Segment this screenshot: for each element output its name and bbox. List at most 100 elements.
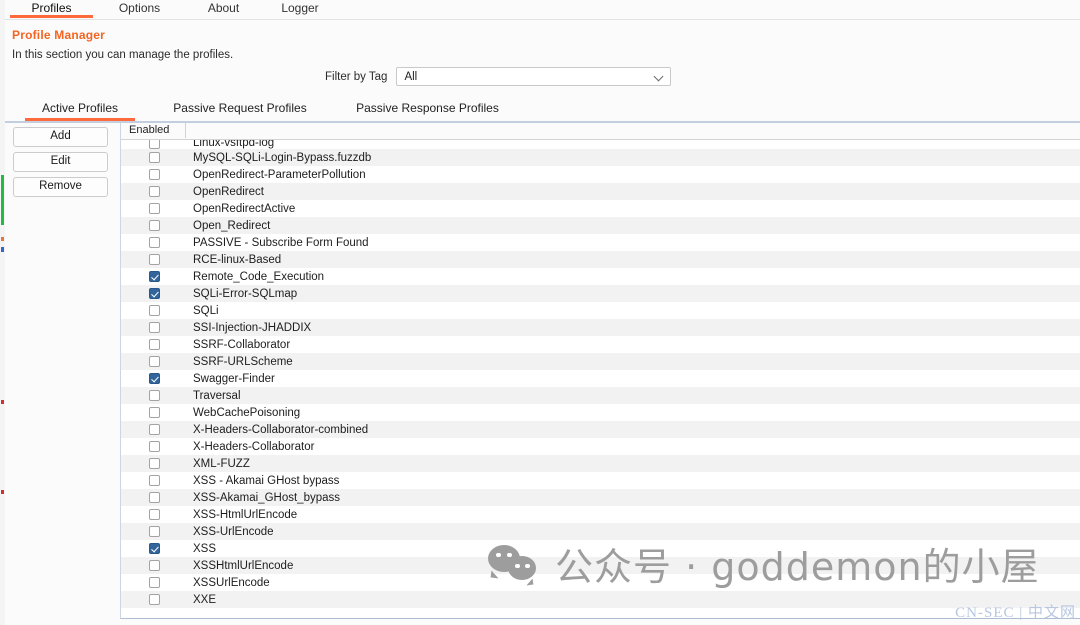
table-row[interactable]: SSRF-Collaborator	[121, 336, 1080, 353]
enabled-cell[interactable]	[121, 458, 187, 469]
checkbox-unchecked-icon[interactable]	[148, 140, 160, 149]
tab-passive-request-profiles-label: Passive Request Profiles	[173, 101, 307, 115]
checkbox-unchecked-icon[interactable]	[148, 509, 160, 520]
enabled-cell[interactable]	[121, 237, 187, 248]
tab-logger[interactable]: Logger	[260, 0, 340, 18]
enabled-cell[interactable]	[121, 390, 187, 401]
tab-profiles[interactable]: Profiles	[10, 0, 93, 18]
checkbox-unchecked-icon[interactable]	[148, 594, 160, 605]
checkbox-unchecked-icon[interactable]	[148, 305, 160, 316]
table-row[interactable]: Linux-vsftpd-log	[121, 140, 1080, 149]
table-row[interactable]: XSS-HtmlUrlEncode	[121, 506, 1080, 523]
checkbox-checked-icon[interactable]	[148, 543, 160, 554]
enabled-cell[interactable]	[121, 140, 187, 149]
checkbox-checked-icon[interactable]	[148, 373, 160, 384]
checkbox-unchecked-icon[interactable]	[148, 169, 160, 180]
checkbox-unchecked-icon[interactable]	[148, 441, 160, 452]
checkbox-unchecked-icon[interactable]	[148, 356, 160, 367]
checkbox-unchecked-icon[interactable]	[148, 390, 160, 401]
enabled-cell[interactable]	[121, 526, 187, 537]
table-row[interactable]: XSSHtmlUrlEncode	[121, 557, 1080, 574]
table-row[interactable]: SQLi	[121, 302, 1080, 319]
enabled-cell[interactable]	[121, 305, 187, 316]
checkbox-checked-icon[interactable]	[148, 288, 160, 299]
table-row[interactable]: MySQL-SQLi-Login-Bypass.fuzzdb	[121, 149, 1080, 166]
enabled-cell[interactable]	[121, 492, 187, 503]
checkbox-unchecked-icon[interactable]	[148, 220, 160, 231]
tab-about[interactable]: About	[186, 0, 261, 18]
table-row[interactable]: OpenRedirectActive	[121, 200, 1080, 217]
checkbox-unchecked-icon[interactable]	[148, 458, 160, 469]
checkbox-unchecked-icon[interactable]	[148, 475, 160, 486]
filter-by-tag-select[interactable]: All	[396, 67, 672, 86]
checkbox-unchecked-icon[interactable]	[148, 407, 160, 418]
tab-options[interactable]: Options	[98, 0, 181, 18]
enabled-cell[interactable]	[121, 509, 187, 520]
checkbox-unchecked-icon[interactable]	[148, 526, 160, 537]
table-row[interactable]: XSS-Akamai_GHost_bypass	[121, 489, 1080, 506]
enabled-cell[interactable]	[121, 339, 187, 350]
enabled-cell[interactable]	[121, 441, 187, 452]
enabled-cell[interactable]	[121, 271, 187, 282]
enabled-cell[interactable]	[121, 373, 187, 384]
profile-name: X-Headers-Collaborator-combined	[193, 423, 369, 436]
table-row[interactable]: XXE	[121, 591, 1080, 608]
checkbox-checked-icon[interactable]	[148, 271, 160, 282]
checkbox-unchecked-icon[interactable]	[148, 560, 160, 571]
table-row[interactable]: OpenRedirect	[121, 183, 1080, 200]
enabled-cell[interactable]	[121, 407, 187, 418]
checkbox-unchecked-icon[interactable]	[148, 152, 160, 163]
add-button[interactable]: Add	[13, 127, 108, 147]
profiles-table[interactable]: Enabled Linux-vsftpd-log MySQL-SQLi-Login…	[120, 123, 1080, 619]
table-row[interactable]: XSS	[121, 540, 1080, 557]
enabled-cell[interactable]	[121, 543, 187, 554]
checkbox-unchecked-icon[interactable]	[148, 424, 160, 435]
table-row[interactable]: XSSUrlEncode	[121, 574, 1080, 591]
checkbox-unchecked-icon[interactable]	[148, 254, 160, 265]
enabled-cell[interactable]	[121, 322, 187, 333]
table-row[interactable]: Remote_Code_Execution	[121, 268, 1080, 285]
table-row[interactable]: X-Headers-Collaborator	[121, 438, 1080, 455]
edit-button[interactable]: Edit	[13, 152, 108, 172]
enabled-cell[interactable]	[121, 254, 187, 265]
column-header-enabled[interactable]: Enabled	[121, 123, 186, 138]
remove-button[interactable]: Remove	[13, 177, 108, 197]
table-row[interactable]: XSS-UrlEncode	[121, 523, 1080, 540]
enabled-cell[interactable]	[121, 594, 187, 605]
tab-passive-request-profiles[interactable]: Passive Request Profiles	[165, 99, 315, 121]
table-row[interactable]: SSRF-URLScheme	[121, 353, 1080, 370]
table-row[interactable]: X-Headers-Collaborator-combined	[121, 421, 1080, 438]
checkbox-unchecked-icon[interactable]	[148, 322, 160, 333]
checkbox-unchecked-icon[interactable]	[148, 203, 160, 214]
checkbox-unchecked-icon[interactable]	[148, 339, 160, 350]
enabled-cell[interactable]	[121, 169, 187, 180]
table-row[interactable]: Swagger-Finder	[121, 370, 1080, 387]
checkbox-unchecked-icon[interactable]	[148, 186, 160, 197]
table-row[interactable]: XSS - Akamai GHost bypass	[121, 472, 1080, 489]
enabled-cell[interactable]	[121, 577, 187, 588]
table-row[interactable]: SQLi-Error-SQLmap	[121, 285, 1080, 302]
table-row[interactable]: Open_Redirect	[121, 217, 1080, 234]
checkbox-unchecked-icon[interactable]	[148, 492, 160, 503]
enabled-cell[interactable]	[121, 424, 187, 435]
table-row[interactable]: PASSIVE - Subscribe Form Found	[121, 234, 1080, 251]
table-row[interactable]: SSI-Injection-JHADDIX	[121, 319, 1080, 336]
table-row[interactable]: XML-FUZZ	[121, 455, 1080, 472]
enabled-cell[interactable]	[121, 356, 187, 367]
tab-passive-response-profiles[interactable]: Passive Response Profiles	[345, 99, 510, 121]
enabled-cell[interactable]	[121, 203, 187, 214]
enabled-cell[interactable]	[121, 152, 187, 163]
tab-active-profiles[interactable]: Active Profiles	[25, 99, 135, 121]
table-row[interactable]: Traversal	[121, 387, 1080, 404]
table-row[interactable]: RCE-linux-Based	[121, 251, 1080, 268]
enabled-cell[interactable]	[121, 220, 187, 231]
enabled-cell[interactable]	[121, 560, 187, 571]
enabled-cell[interactable]	[121, 288, 187, 299]
table-row[interactable]: OpenRedirect-ParameterPollution	[121, 166, 1080, 183]
column-header-name[interactable]	[187, 123, 1080, 138]
enabled-cell[interactable]	[121, 186, 187, 197]
checkbox-unchecked-icon[interactable]	[148, 237, 160, 248]
checkbox-unchecked-icon[interactable]	[148, 577, 160, 588]
table-row[interactable]: WebCachePoisoning	[121, 404, 1080, 421]
enabled-cell[interactable]	[121, 475, 187, 486]
